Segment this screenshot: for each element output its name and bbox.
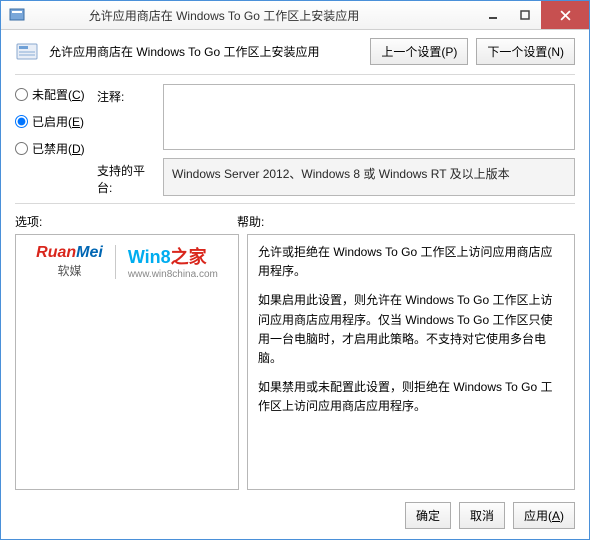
comment-label: 注释: bbox=[97, 84, 157, 150]
policy-editor-window: 允许应用商店在 Windows To Go 工作区上安装应用 允许应用商店在 W… bbox=[0, 0, 590, 540]
radio-not-configured-input[interactable] bbox=[15, 88, 28, 101]
separator bbox=[15, 74, 575, 75]
next-setting-button[interactable]: 下一个设置(N) bbox=[476, 38, 575, 65]
radio-enabled[interactable]: 已启用(E) bbox=[15, 113, 87, 130]
config-area: 未配置(C) 已启用(E) 已禁用(D) 注释: 支持的平台: Windows … bbox=[1, 78, 589, 200]
radio-not-configured-label: 未配置(C) bbox=[32, 86, 85, 103]
options-pane: RuanMei 软媒 Win8之家 www.win8china.com bbox=[15, 234, 239, 490]
footer: 确定 取消 应用(A) bbox=[1, 494, 589, 539]
apply-button[interactable]: 应用(A) bbox=[513, 502, 575, 529]
radio-enabled-label: 已启用(E) bbox=[32, 113, 84, 130]
help-paragraph: 如果禁用或未配置此设置，则拒绝在 Windows To Go 工作区上访问应用商… bbox=[258, 378, 564, 416]
maximize-button[interactable] bbox=[509, 1, 541, 29]
state-radio-group: 未配置(C) 已启用(E) 已禁用(D) bbox=[15, 84, 87, 196]
panes-header: 选项: 帮助: bbox=[1, 207, 589, 232]
comment-textarea[interactable] bbox=[163, 84, 575, 150]
radio-enabled-input[interactable] bbox=[15, 115, 28, 128]
header-row: 允许应用商店在 Windows To Go 工作区上安装应用 上一个设置(P) … bbox=[1, 30, 589, 71]
cancel-button[interactable]: 取消 bbox=[459, 502, 505, 529]
help-paragraph: 如果启用此设置，则允许在 Windows To Go 工作区上访问应用商店应用程… bbox=[258, 291, 564, 368]
close-button[interactable] bbox=[541, 1, 589, 29]
header-title: 允许应用商店在 Windows To Go 工作区上安装应用 bbox=[49, 43, 360, 60]
minimize-button[interactable] bbox=[477, 1, 509, 29]
help-label: 帮助: bbox=[237, 213, 264, 230]
help-paragraph: 允许或拒绝在 Windows To Go 工作区上访问应用商店应用程序。 bbox=[258, 243, 564, 281]
ok-button[interactable]: 确定 bbox=[405, 502, 451, 529]
radio-disabled-input[interactable] bbox=[15, 142, 28, 155]
help-pane[interactable]: 允许或拒绝在 Windows To Go 工作区上访问应用商店应用程序。 如果启… bbox=[247, 234, 575, 490]
win8china-logo: Win8之家 www.win8china.com bbox=[128, 243, 218, 280]
radio-not-configured[interactable]: 未配置(C) bbox=[15, 86, 87, 103]
separator-2 bbox=[15, 203, 575, 204]
titlebar: 允许应用商店在 Windows To Go 工作区上安装应用 bbox=[1, 1, 589, 30]
radio-disabled-label: 已禁用(D) bbox=[32, 140, 85, 157]
platform-label: 支持的平台: bbox=[97, 158, 157, 196]
policy-icon bbox=[15, 40, 39, 64]
platform-value: Windows Server 2012、Windows 8 或 Windows … bbox=[163, 158, 575, 196]
previous-setting-button[interactable]: 上一个设置(P) bbox=[370, 38, 468, 65]
panes: RuanMei 软媒 Win8之家 www.win8china.com 允许或拒… bbox=[1, 232, 589, 494]
watermark-logo: RuanMei 软媒 Win8之家 www.win8china.com bbox=[36, 243, 218, 280]
window-title: 允许应用商店在 Windows To Go 工作区上安装应用 bbox=[0, 7, 477, 24]
radio-disabled[interactable]: 已禁用(D) bbox=[15, 140, 87, 157]
options-label: 选项: bbox=[15, 213, 237, 230]
logo-divider bbox=[115, 245, 116, 279]
window-buttons bbox=[477, 1, 589, 29]
ruanmei-logo: RuanMei 软媒 bbox=[36, 244, 103, 279]
